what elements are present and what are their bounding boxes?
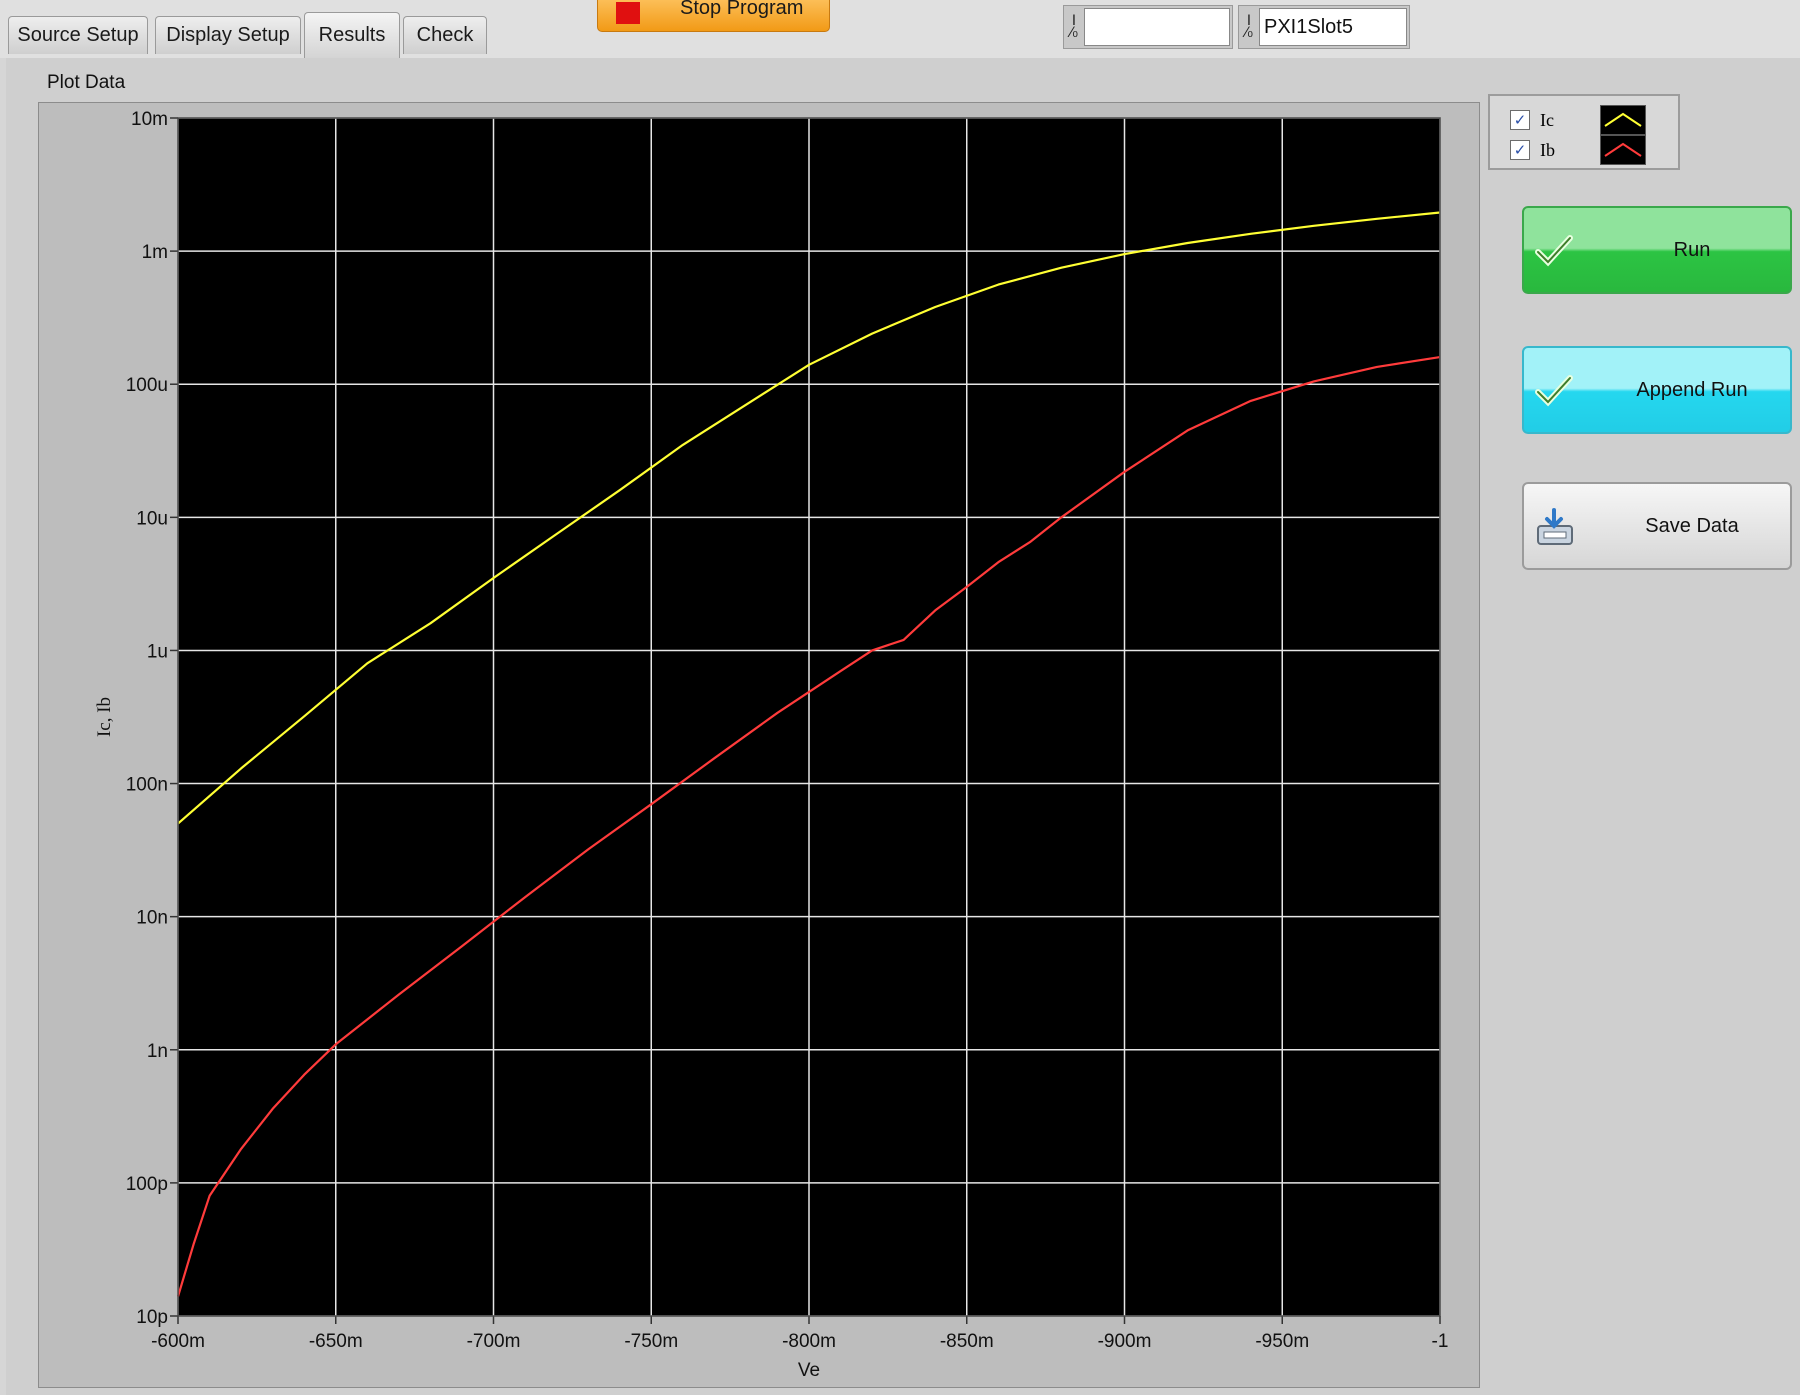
x-tick-label: -600m (151, 1331, 205, 1352)
x-tick-label: -750m (624, 1331, 678, 1352)
y-tick-label: 1m (142, 242, 168, 263)
run-button[interactable]: Run (1522, 206, 1792, 294)
y-tick-label: 100p (126, 1174, 168, 1195)
legend-ib-swatch[interactable] (1600, 135, 1646, 165)
append-run-button[interactable]: Append Run (1522, 346, 1792, 434)
y-tick-label: 1u (147, 641, 168, 662)
legend-ib-checkbox[interactable]: ✓ (1510, 140, 1530, 160)
y-tick-label: 100u (126, 375, 168, 396)
x-tick-label: -950m (1255, 1331, 1309, 1352)
y-tick-label: 10m (131, 109, 168, 130)
legend-ib-label: Ib (1540, 139, 1555, 160)
legend-ic-swatch[interactable] (1600, 105, 1646, 135)
y-tick-label: 10n (136, 908, 168, 929)
x-tick-label: -900m (1098, 1331, 1152, 1352)
legend-item-ic[interactable]: ✓ Ic (1510, 105, 1646, 135)
x-tick-label: -1 (1432, 1331, 1449, 1352)
y-tick-label: 10u (136, 508, 168, 529)
x-tick-label: -850m (940, 1331, 994, 1352)
legend-item-ib[interactable]: ✓ Ib (1510, 135, 1646, 165)
save-data-label: Save Data (1645, 515, 1739, 537)
append-run-label: Append Run (1636, 379, 1748, 401)
legend-ic-checkbox[interactable]: ✓ (1510, 110, 1530, 130)
save-data-button[interactable]: Save Data (1522, 482, 1792, 570)
plot-legend: ✓ Ic ✓ Ib (1488, 94, 1680, 170)
y-tick-label: 10p (136, 1307, 168, 1328)
x-tick-label: -650m (309, 1331, 363, 1352)
x-tick-label: -700m (467, 1331, 521, 1352)
x-axis-label: Ve (798, 1360, 820, 1381)
y-tick-label: 1n (147, 1041, 168, 1062)
x-tick-label: -800m (782, 1331, 836, 1352)
y-tick-label: 100n (126, 775, 168, 796)
run-label: Run (1673, 239, 1711, 261)
y-axis-label: Ic, Ib (94, 697, 115, 737)
legend-ic-label: Ic (1540, 109, 1554, 130)
